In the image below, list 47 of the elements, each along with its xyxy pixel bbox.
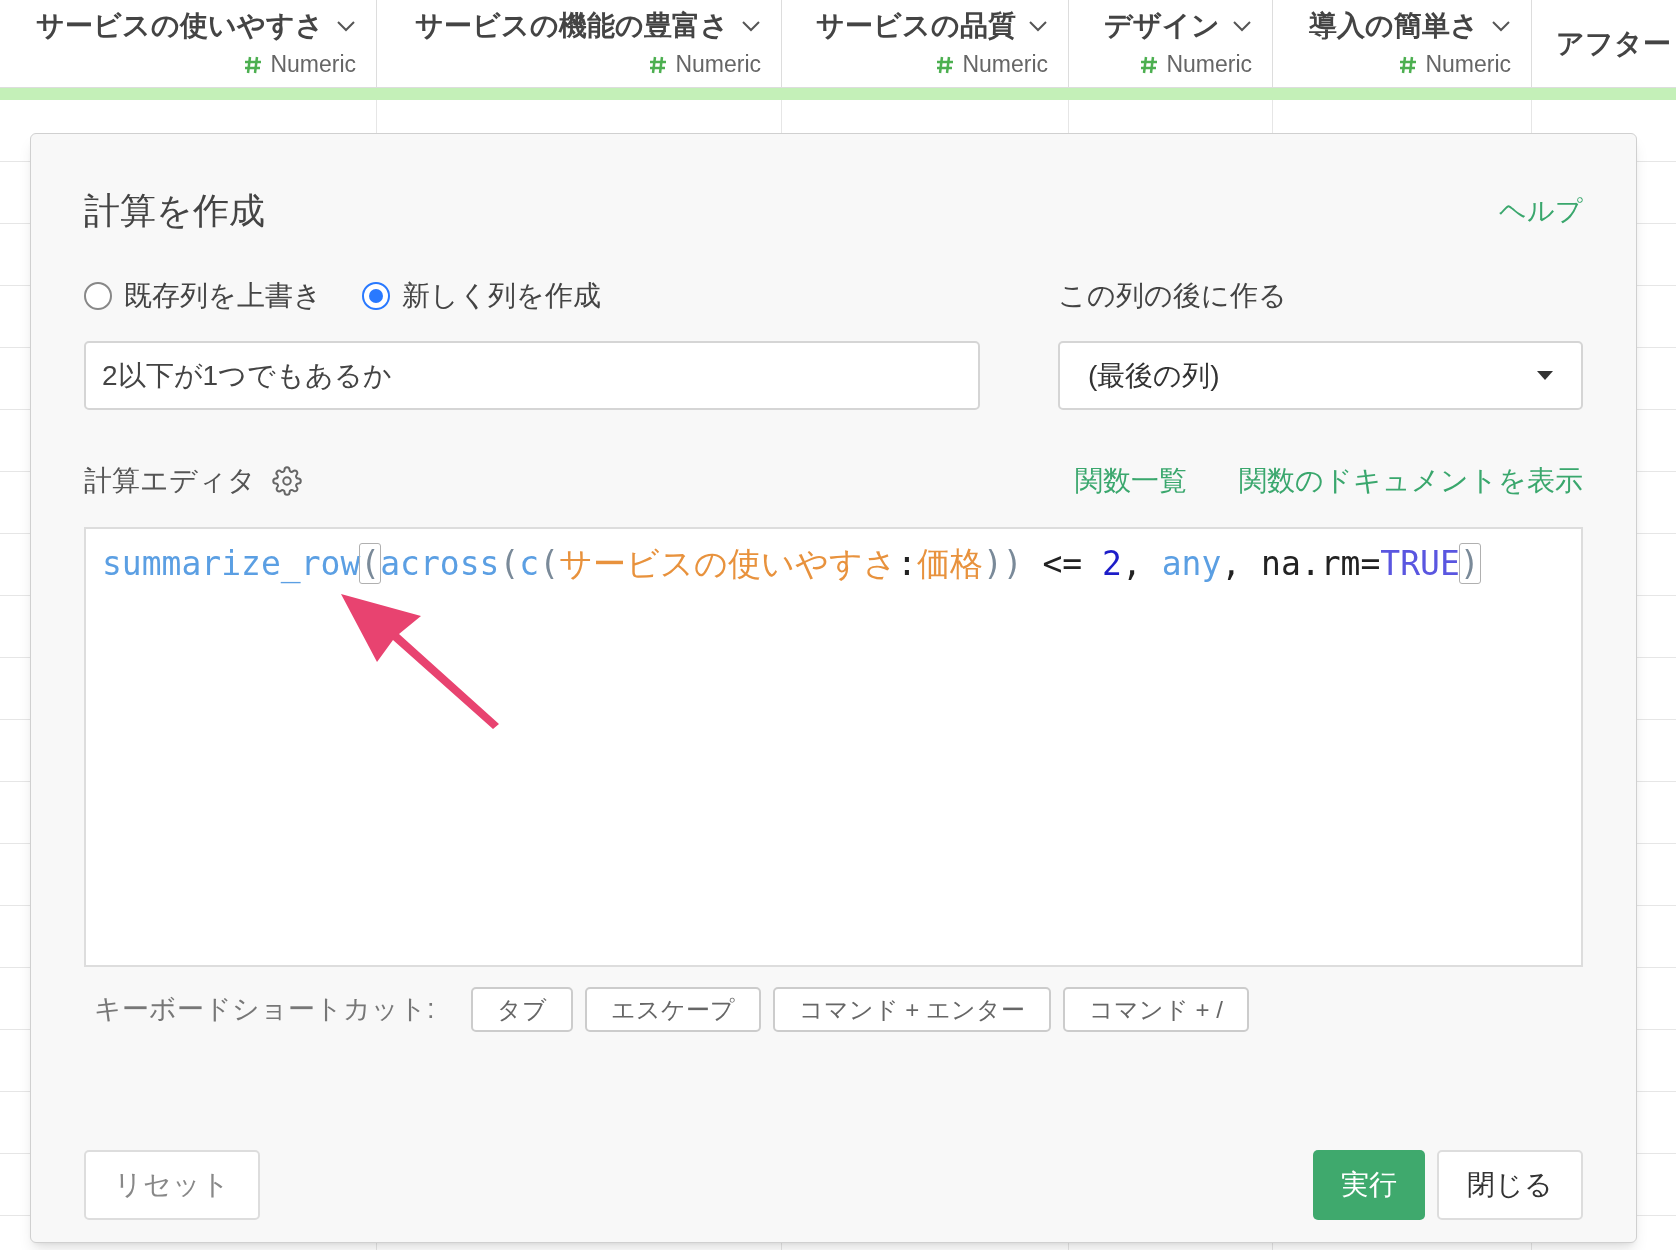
reset-button[interactable]: リセット: [84, 1150, 260, 1220]
dialog-title: 計算を作成: [84, 189, 265, 233]
column-header[interactable]: 導入の簡単さ Numeric: [1273, 0, 1532, 87]
chevron-down-icon: [1028, 20, 1048, 33]
caret-icon: [1537, 371, 1553, 380]
column-name: 導入の簡単さ: [1309, 9, 1479, 44]
chevron-down-icon: [336, 20, 356, 33]
chevron-down-icon: [1232, 20, 1252, 33]
editor-label: 計算エディタ: [84, 464, 256, 498]
chevron-down-icon: [1491, 20, 1511, 33]
shortcuts-label: キーボードショートカット:: [94, 993, 435, 1027]
radio-button[interactable]: [362, 282, 390, 310]
column-name: デザイン: [1104, 9, 1220, 44]
column-header[interactable]: サービスの機能の豊富さ Numeric: [377, 0, 782, 87]
column-type: Numeric: [962, 50, 1048, 80]
close-button[interactable]: 閉じる: [1437, 1150, 1583, 1220]
hash-icon: [649, 55, 668, 74]
hash-icon: [1140, 55, 1159, 74]
position-select[interactable]: (最後の列): [1058, 341, 1583, 410]
column-header[interactable]: サービスの使いやすさ Numeric: [0, 0, 377, 87]
column-type: Numeric: [675, 50, 761, 80]
code-editor[interactable]: summarize_row(across(c(サービスの使いやすさ:価格)) <= 2, any, na.rm=TRUE): [84, 527, 1583, 967]
column-header[interactable]: デザイン Numeric: [1069, 0, 1273, 87]
chevron-down-icon: [741, 20, 761, 33]
column-type: Numeric: [1166, 50, 1252, 80]
column-type: Numeric: [270, 50, 356, 80]
hash-icon: [936, 55, 955, 74]
radio-option[interactable]: 新しく列を作成: [362, 275, 601, 317]
column-header[interactable]: サービスの品質 Numeric: [782, 0, 1069, 87]
settings-icon[interactable]: [272, 466, 302, 496]
column-type: Numeric: [1425, 50, 1511, 80]
hash-icon: [244, 55, 263, 74]
column-name: サービスの使いやすさ: [36, 9, 324, 44]
column-name: サービスの品質: [816, 9, 1016, 44]
column-name: アフター: [1556, 26, 1671, 61]
column-header[interactable]: アフター: [1532, 0, 1676, 87]
column-name: サービスの機能の豊富さ: [415, 9, 729, 44]
radio-button[interactable]: [84, 282, 112, 310]
shortcut-key: コマンド + /: [1062, 987, 1249, 1032]
hash-icon: [1399, 55, 1418, 74]
radio-option[interactable]: 既存列を上書き: [84, 275, 322, 317]
column-name-field[interactable]: 2以下が1つでもあるか: [84, 341, 980, 410]
shortcut-key: エスケープ: [584, 987, 761, 1032]
code-line: summarize_row(across(c(サービスの使いやすさ:価格)) <= 2, any, na.rm=TRUE): [102, 543, 1481, 586]
shortcut-key: タブ: [470, 987, 573, 1032]
shortcut-key: コマンド + エンター: [772, 987, 1051, 1032]
position-label: この列の後に作る: [1058, 279, 1288, 313]
